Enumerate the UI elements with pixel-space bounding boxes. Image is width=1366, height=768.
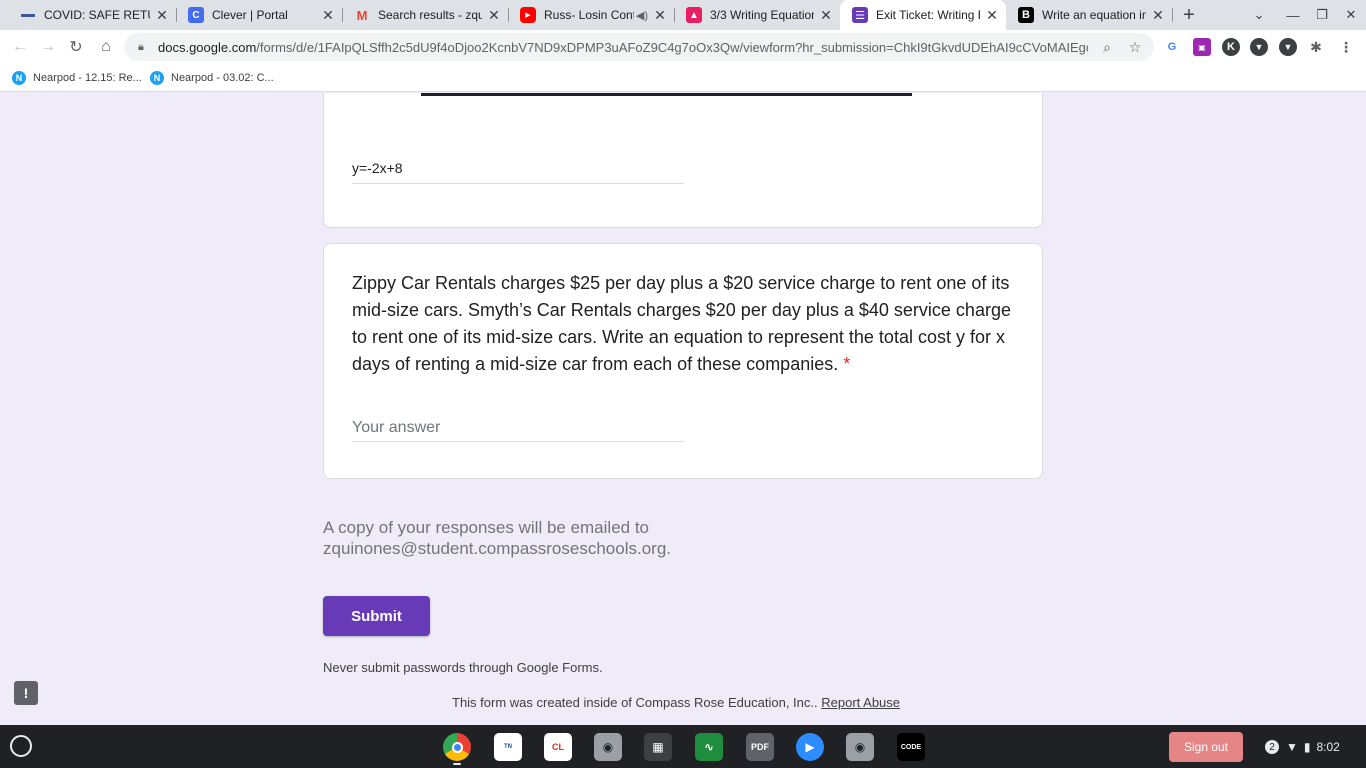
tab-brainly[interactable]: B Write an equation in th ✕	[1006, 0, 1173, 30]
url-host: docs.google.com	[158, 39, 257, 55]
submit-button[interactable]: Submit	[323, 596, 430, 636]
question-body: Zippy Car Rentals charges $25 per day pl…	[352, 273, 1011, 374]
browser-toolbar: ← → ↻ ⌂ 🔒︎ docs.google.com/forms/d/e/1FA…	[0, 30, 1366, 64]
camera-icon[interactable]: ◉	[594, 733, 622, 761]
zoom-icon[interactable]: ▶	[796, 733, 824, 761]
dash-icon	[20, 7, 36, 23]
chrome-icon[interactable]	[443, 733, 471, 761]
password-warning: Never submit passwords through Google Fo…	[323, 660, 603, 675]
tab-strip: COVID: SAFE RETURN ✕ C Clever | Portal ✕…	[0, 0, 1366, 30]
bookmark-label: Nearpod - 12.15: Re...	[33, 72, 142, 84]
tab-title: Search results - zquinc	[378, 8, 482, 22]
extension-purple-icon[interactable]: ▣	[1193, 38, 1211, 56]
form-page[interactable]: y=-2x+8 Zippy Car Rentals charges $25 pe…	[0, 93, 1366, 725]
clever-icon: C	[188, 7, 204, 23]
tab-classroom[interactable]: ▲ 3/3 Writing Equations ✕	[674, 0, 840, 30]
gmail-icon: M	[356, 7, 368, 23]
url-text[interactable]: docs.google.com/forms/d/e/1FAIpQLSffh2c5…	[158, 40, 1088, 55]
window-close-icon[interactable]: ✕	[1336, 0, 1366, 30]
email-copy-line1: A copy of your responses will be emailed…	[323, 518, 650, 537]
footer-text: This form was created inside of Compass …	[452, 695, 818, 710]
close-icon[interactable]: ✕	[1150, 7, 1166, 23]
bookmark-label: Nearpod - 03.02: C...	[171, 72, 274, 84]
address-bar[interactable]: 🔒︎ docs.google.com/forms/d/e/1FAIpQLSffh…	[124, 33, 1154, 61]
back-arrow-icon[interactable]: ←	[8, 35, 32, 59]
shield-extension-icon[interactable]: ▼	[1279, 38, 1297, 56]
desmos-icon[interactable]: ∿	[695, 733, 723, 761]
nearpod-icon: N	[150, 71, 164, 85]
close-icon[interactable]: ✕	[154, 7, 170, 23]
battery-icon: ▮	[1303, 740, 1311, 754]
number-line-image	[421, 93, 912, 96]
email-copy-note: A copy of your responses will be emailed…	[323, 517, 671, 559]
bookmark-nearpod-2[interactable]: N Nearpod - 03.02: C...	[150, 69, 274, 87]
camera-icon[interactable]: ◉	[846, 733, 874, 761]
code-org-icon[interactable]: CODE	[897, 733, 925, 761]
launcher-icon[interactable]	[10, 735, 32, 757]
tab-covid[interactable]: COVID: SAFE RETURN ✕	[8, 0, 177, 30]
answer-input[interactable]: Your answer	[352, 414, 684, 442]
form-footer: This form was created inside of Compass …	[452, 695, 900, 710]
bookmark-nearpod-1[interactable]: N Nearpod - 12.15: Re...	[12, 69, 142, 87]
zoom-icon[interactable]: ⌕	[1098, 38, 1116, 56]
tab-title: Clever | Portal	[212, 8, 288, 22]
more-menu-icon[interactable]: ⋮	[1337, 38, 1355, 56]
close-icon[interactable]: ✕	[652, 7, 668, 23]
tab-exit-ticket[interactable]: ☰ Exit Ticket: Writing Eq ✕	[840, 0, 1006, 30]
close-icon[interactable]: ✕	[486, 7, 502, 23]
classroom-icon: ▲	[686, 7, 702, 23]
forward-arrow-icon[interactable]: →	[36, 35, 60, 59]
email-copy-line2: zquinones@student.compassroseschools.org…	[323, 539, 672, 558]
brainly-icon: B	[1018, 7, 1034, 23]
tab-title: Write an equation in th	[1042, 8, 1146, 22]
system-shelf: TN CL ◉ ▦ ∿ PDF ▶ ◉ CODE Sign out 2 ▼ ▮ …	[0, 725, 1366, 768]
wifi-icon: ▼	[1286, 740, 1298, 754]
lock-icon: 🔒︎	[138, 40, 144, 53]
bookmark-star-icon[interactable]: ☆	[1126, 38, 1144, 56]
sign-out-button[interactable]: Sign out	[1169, 732, 1243, 762]
url-path: /forms/d/e/1FAIpQLSffh2c5dU9f4oDjoo2Kcnb…	[256, 39, 1088, 55]
pdf-icon[interactable]: PDF	[746, 733, 774, 761]
minimize-icon[interactable]: —	[1278, 0, 1308, 30]
tab-title: COVID: SAFE RETURN	[44, 8, 150, 22]
previous-question-card: y=-2x+8	[323, 93, 1043, 228]
required-asterisk: *	[843, 354, 851, 374]
new-tab-plus-icon[interactable]: +	[1178, 4, 1200, 26]
speaker-icon[interactable]: ◀)	[636, 9, 648, 22]
kami-icon[interactable]: K	[1222, 38, 1240, 56]
google-translate-icon[interactable]: G	[1163, 38, 1181, 56]
cl-icon[interactable]: CL	[544, 733, 572, 761]
tab-search-icon[interactable]: ⌄	[1244, 0, 1274, 30]
youtube-icon: ▶	[520, 7, 536, 23]
running-indicator	[453, 763, 461, 765]
close-icon[interactable]: ✕	[818, 7, 834, 23]
bookmarks-bar: N Nearpod - 12.15: Re... N Nearpod - 03.…	[0, 64, 1366, 92]
home-icon[interactable]: ⌂	[94, 35, 118, 59]
pearson-testnav-icon[interactable]: TN	[494, 733, 522, 761]
tab-title: 3/3 Writing Equations	[710, 8, 814, 22]
status-tray[interactable]: 2 ▼ ▮ 8:02	[1258, 732, 1360, 762]
notification-badge: 2	[1265, 740, 1279, 754]
report-abuse-link[interactable]: Report Abuse	[821, 695, 900, 710]
feedback-icon[interactable]: !	[14, 681, 38, 705]
tab-youtube[interactable]: ▶ Russ- Losin Contr ◀) ✕	[508, 0, 675, 30]
tab-gmail[interactable]: M Search results - zquinc ✕	[342, 0, 509, 30]
calculator-icon[interactable]: ▦	[644, 733, 672, 761]
clock-time: 8:02	[1316, 740, 1340, 754]
shield-extension-icon[interactable]: ▼	[1250, 38, 1268, 56]
reload-icon[interactable]: ↻	[64, 35, 88, 59]
nearpod-icon: N	[12, 71, 26, 85]
puzzle-extensions-icon[interactable]: ✱	[1307, 38, 1325, 56]
question-card: Zippy Car Rentals charges $25 per day pl…	[323, 243, 1043, 479]
previous-answer-field[interactable]: y=-2x+8	[352, 156, 684, 184]
close-icon[interactable]: ✕	[984, 7, 1000, 23]
close-icon[interactable]: ✕	[320, 7, 336, 23]
tab-clever[interactable]: C Clever | Portal ✕	[176, 0, 343, 30]
question-text: Zippy Car Rentals charges $25 per day pl…	[352, 270, 1012, 378]
forms-icon: ☰	[852, 7, 868, 23]
tab-title: Russ- Losin Contr	[544, 8, 634, 22]
tab-title: Exit Ticket: Writing Eq	[876, 8, 980, 22]
tab-separator	[1172, 8, 1173, 22]
restore-icon[interactable]: ❐	[1307, 0, 1337, 30]
